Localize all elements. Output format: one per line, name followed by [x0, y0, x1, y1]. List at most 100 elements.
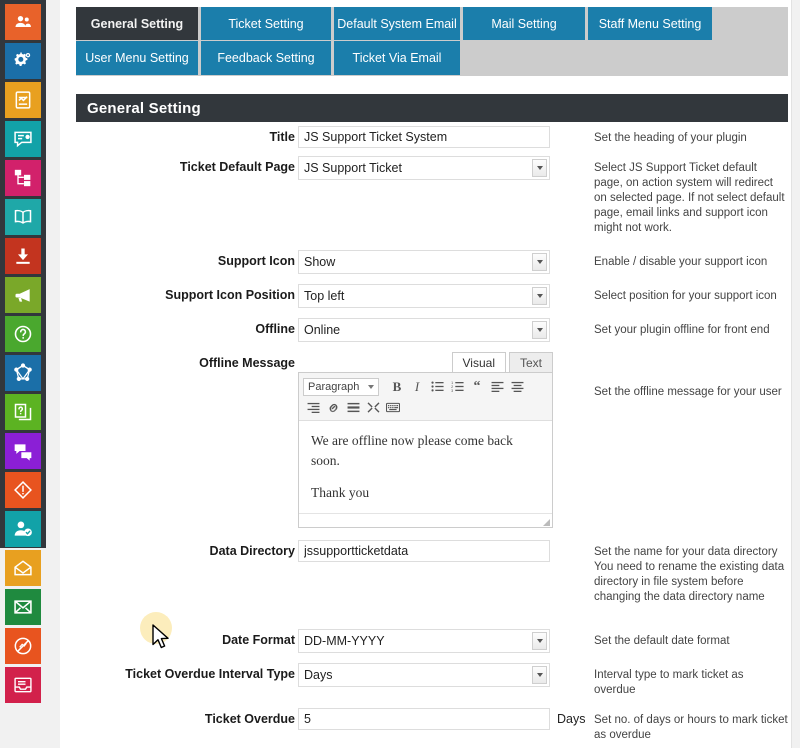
hint-ticket-overdue-interval-type: Interval type to mark ticket as overdue: [594, 669, 744, 696]
sidebar-item-report-document-icon[interactable]: [5, 82, 41, 118]
tab-staff-menu-setting[interactable]: Staff Menu Setting: [588, 7, 712, 40]
field-row-support-icon: Support Icon Show Enable / disable your …: [76, 250, 788, 274]
date-format-select[interactable]: DD-MM-YYYY: [298, 629, 550, 653]
sidebar-item-download-icon[interactable]: [5, 238, 41, 274]
align-center-icon[interactable]: [507, 377, 527, 396]
italic-icon[interactable]: I: [407, 377, 427, 396]
svg-text:3: 3: [451, 389, 453, 392]
hint-data-directory-line-2: You need to rename the existing data dir…: [594, 561, 785, 603]
sidebar-item-sitemap-hierarchy-icon[interactable]: [5, 160, 41, 196]
sidebar-item-speech-bubbles-icon[interactable]: [5, 433, 41, 469]
sidebar-item-book-knowledgebase-icon[interactable]: [5, 199, 41, 235]
unit-ticket-overdue: Days: [557, 712, 586, 726]
chevron-down-icon[interactable]: [532, 253, 547, 271]
sidebar-item-gear-settings-icon[interactable]: [5, 43, 41, 79]
field-row-support-icon-position: Support Icon Position Top left Select po…: [76, 284, 788, 308]
editor-toolbar-row-1: Paragraph B I 123 “: [303, 376, 548, 397]
screen: General Setting Ticket Setting Default S…: [0, 0, 800, 748]
toggle-toolbar-icon[interactable]: [363, 398, 383, 417]
tab-mail-setting[interactable]: Mail Setting: [463, 7, 585, 40]
blockquote-icon[interactable]: “: [467, 377, 487, 396]
bulleted-list-icon[interactable]: [427, 377, 447, 396]
align-right-icon[interactable]: [303, 398, 323, 417]
field-row-offline-message: Offline Message Visual Text Paragraph B …: [76, 352, 788, 528]
label-offline: Offline: [255, 322, 295, 336]
date-format-value: DD-MM-YYYY: [304, 634, 385, 648]
tab-ticket-setting[interactable]: Ticket Setting: [201, 7, 331, 40]
sidebar-item-user-verified-icon[interactable]: [5, 511, 41, 547]
editor-tab-visual[interactable]: Visual: [451, 352, 506, 372]
admin-sidebar: [0, 0, 46, 703]
field-row-date-format: Date Format DD-MM-YYYY Set the default d…: [76, 629, 788, 653]
sidebar-item-users-icon[interactable]: [5, 4, 41, 40]
hint-data-directory-line-1: Set the name for your data directory: [594, 546, 778, 558]
keyboard-shortcuts-icon[interactable]: [383, 398, 403, 417]
field-row-default-page: Ticket Default Page JS Support Ticket Se…: [76, 156, 788, 236]
resize-grip-icon[interactable]: [543, 519, 550, 526]
general-setting-form: Title Set the heading of your plugin Tic…: [76, 126, 788, 748]
editor-format-select[interactable]: Paragraph: [303, 377, 379, 396]
label-ticket-default-page: Ticket Default Page: [179, 160, 295, 174]
tab-general-setting[interactable]: General Setting: [76, 7, 198, 40]
title-input[interactable]: [298, 126, 550, 148]
editor-paragraph-2: Thank you: [311, 485, 370, 500]
tab-user-menu-setting[interactable]: User Menu Setting: [76, 41, 198, 75]
editor-resize-bar: [299, 513, 552, 527]
hint-offline: Set your plugin offline for front end: [594, 324, 770, 336]
chevron-down-icon[interactable]: [532, 666, 547, 684]
tab-row-2: User Menu Setting Feedback Setting Ticke…: [76, 41, 788, 76]
sidebar-item-network-share-icon[interactable]: [5, 355, 41, 391]
support-icon-value: Show: [304, 255, 336, 269]
link-icon[interactable]: [323, 398, 343, 417]
sidebar-item-open-envelope-icon[interactable]: [5, 550, 41, 586]
sidebar-item-alert-diamond-icon[interactable]: [5, 472, 41, 508]
hint-data-directory: Set the name for your data directory You…: [553, 540, 788, 605]
sidebar-item-closed-envelope-icon[interactable]: [5, 589, 41, 625]
hint-offline-message: Set the offline message for your user: [594, 386, 782, 398]
label-offline-message: Offline Message: [199, 356, 295, 370]
hint-title: Set the heading of your plugin: [594, 132, 747, 144]
field-row-ticket-overdue: Ticket Overdue Days Set no. of days or h…: [76, 708, 788, 743]
offline-select[interactable]: Online: [298, 318, 550, 342]
support-icon-position-select[interactable]: Top left: [298, 284, 550, 308]
label-support-icon: Support Icon: [217, 254, 295, 268]
field-row-title: Title Set the heading of your plugin: [76, 126, 788, 148]
ticket-default-page-select[interactable]: JS Support Ticket: [298, 156, 550, 180]
editor-tab-text[interactable]: Text: [508, 352, 553, 372]
read-more-icon[interactable]: [343, 398, 363, 417]
bold-icon[interactable]: B: [387, 377, 407, 396]
data-directory-input[interactable]: [298, 540, 550, 562]
editor-mode-tabs: Visual Text: [298, 352, 553, 372]
sidebar-item-chat-comment-icon[interactable]: [5, 121, 41, 157]
numbered-list-icon[interactable]: 123: [447, 377, 467, 396]
sidebar-item-inbox-archive-icon[interactable]: [5, 667, 41, 703]
field-row-overdue-interval-type: Ticket Overdue Interval Type Days Interv…: [76, 663, 788, 698]
settings-tab-bar: General Setting Ticket Setting Default S…: [76, 7, 788, 76]
sidebar-item-faq-question-pages-icon[interactable]: [5, 394, 41, 430]
sidebar-item-megaphone-announcement-icon[interactable]: [5, 277, 41, 313]
chevron-down-icon[interactable]: [532, 321, 547, 339]
label-ticket-overdue-interval-type: Ticket Overdue Interval Type: [125, 667, 295, 681]
chevron-down-icon[interactable]: [532, 632, 547, 650]
support-icon-select[interactable]: Show: [298, 250, 550, 274]
mouse-cursor: [152, 624, 169, 649]
tab-ticket-via-email[interactable]: Ticket Via Email: [334, 41, 460, 75]
ticket-overdue-interval-type-select[interactable]: Days: [298, 663, 550, 687]
sidebar-item-blocked-spam-icon[interactable]: [5, 628, 41, 664]
hint-ticket-overdue: Set no. of days or hours to mark ticket …: [594, 714, 788, 741]
sidebar-item-question-circle-help-icon[interactable]: [5, 316, 41, 352]
label-data-directory: Data Directory: [209, 544, 295, 558]
chevron-down-icon[interactable]: [532, 159, 547, 177]
editor-toolbar-row-2: [303, 397, 548, 418]
label-date-format: Date Format: [222, 633, 295, 647]
tab-default-system-email[interactable]: Default System Email: [334, 7, 460, 40]
editor-content[interactable]: We are offline now please come back soon…: [299, 421, 552, 513]
tab-feedback-setting[interactable]: Feedback Setting: [201, 41, 331, 75]
field-row-data-directory: Data Directory Set the name for your dat…: [76, 540, 788, 605]
editor-toolbar: Paragraph B I 123 “: [299, 373, 552, 421]
editor-paragraph-1: We are offline now please come back soon…: [311, 433, 513, 468]
align-left-icon[interactable]: [487, 377, 507, 396]
ticket-overdue-interval-type-value: Days: [304, 668, 333, 682]
ticket-overdue-input[interactable]: [298, 708, 550, 730]
chevron-down-icon[interactable]: [532, 287, 547, 305]
